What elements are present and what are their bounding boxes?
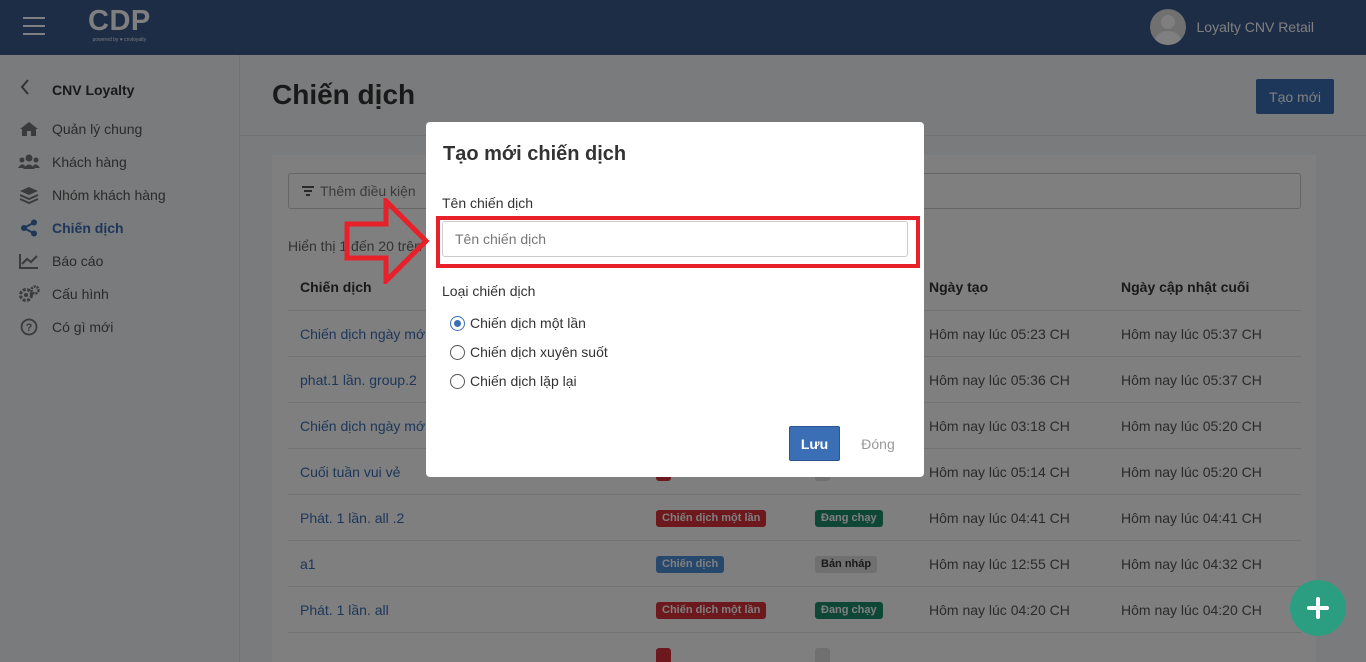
radio-label: Chiến dịch xuyên suốt — [470, 344, 608, 360]
radio-recurring[interactable]: Chiến dịch lặp lại — [450, 373, 577, 389]
campaign-name-label: Tên chiến dịch — [442, 195, 534, 211]
plus-icon — [1307, 597, 1329, 619]
radio-continuous[interactable]: Chiến dịch xuyên suốt — [450, 344, 608, 360]
radio-one-time[interactable]: Chiến dịch một lần — [450, 315, 586, 331]
modal-title: Tạo mới chiến dịch — [443, 143, 627, 165]
campaign-type-label: Loại chiến dịch — [442, 283, 536, 299]
radio-button[interactable] — [450, 344, 465, 360]
highlight-annotation — [436, 216, 920, 268]
radio-button[interactable] — [450, 373, 465, 389]
close-button[interactable]: Đóng — [848, 426, 908, 461]
create-campaign-modal: Tạo mới chiến dịch Tên chiến dịch Loại c… — [426, 122, 924, 477]
add-fab-button[interactable] — [1290, 580, 1346, 636]
radio-label: Chiến dịch lặp lại — [470, 373, 577, 389]
save-button[interactable]: Lưu — [789, 426, 840, 461]
radio-button[interactable] — [450, 315, 465, 331]
radio-label: Chiến dịch một lần — [470, 315, 586, 331]
arrow-right-icon — [344, 198, 430, 284]
